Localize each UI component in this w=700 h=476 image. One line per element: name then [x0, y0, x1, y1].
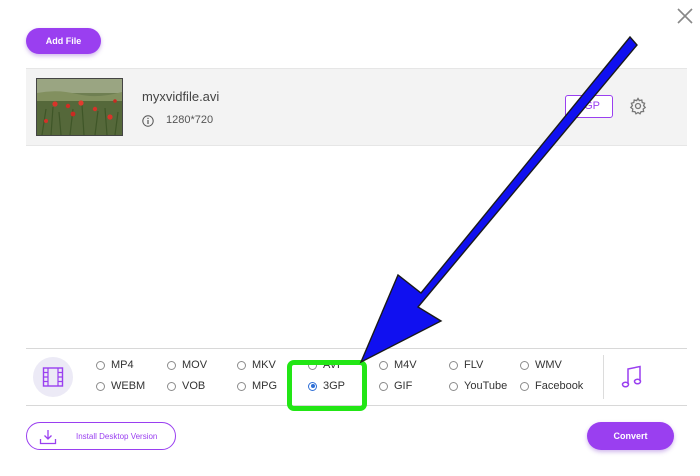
music-note-icon[interactable] — [620, 364, 644, 390]
format-option-gif[interactable]: GIF — [379, 379, 412, 393]
format-option-flv[interactable]: FLV — [449, 358, 483, 372]
format-option-youtube[interactable]: YouTube — [449, 379, 507, 393]
radio-button[interactable] — [520, 360, 529, 370]
format-label: GIF — [394, 380, 413, 392]
radio-button[interactable] — [449, 360, 458, 370]
radio-button[interactable] — [520, 381, 529, 391]
format-option-mp4[interactable]: MP4 — [96, 358, 134, 372]
format-option-avi[interactable]: AVI — [308, 358, 340, 372]
format-label: Facebook — [535, 380, 584, 392]
install-desktop-label: Install Desktop Version — [76, 432, 158, 441]
format-label: MP4 — [111, 359, 134, 371]
radio-button[interactable] — [237, 381, 246, 391]
format-option-facebook[interactable]: Facebook — [520, 379, 583, 393]
output-format-button[interactable]: 3GP — [565, 95, 613, 118]
file-resolution: 1280*720 — [166, 114, 214, 126]
format-label: M4V — [394, 359, 417, 371]
format-option-vob[interactable]: VOB — [167, 379, 205, 393]
format-label: WMV — [535, 359, 562, 371]
add-file-button[interactable]: Add File — [26, 28, 101, 54]
format-panel: MP4 MOV MKV AVI M4V FLV WMV WEBM VOB MPG… — [26, 348, 687, 406]
panel-divider — [603, 355, 604, 399]
file-list-item: myxvidfile.avi 1280*720 3GP — [26, 68, 687, 146]
film-icon — [42, 367, 64, 387]
download-icon — [39, 430, 57, 445]
close-icon[interactable] — [675, 6, 695, 26]
format-label: 3GP — [323, 380, 346, 392]
format-option-m4v[interactable]: M4V — [379, 358, 417, 372]
radio-button[interactable] — [96, 360, 105, 370]
format-option-mpg[interactable]: MPG — [237, 379, 277, 393]
format-label: MKV — [252, 359, 276, 371]
format-option-3gp[interactable]: 3GP — [308, 379, 345, 393]
format-label: YouTube — [464, 380, 508, 392]
radio-button[interactable] — [96, 381, 105, 391]
video-format-tab[interactable] — [33, 357, 73, 397]
radio-button[interactable] — [167, 381, 176, 391]
format-option-mkv[interactable]: MKV — [237, 358, 276, 372]
file-name: myxvidfile.avi — [142, 89, 220, 104]
radio-button[interactable] — [449, 381, 458, 391]
radio-button[interactable] — [167, 360, 176, 370]
radio-button[interactable] — [379, 360, 388, 370]
video-thumbnail — [36, 78, 123, 136]
gear-icon[interactable] — [629, 97, 647, 115]
format-label: MOV — [182, 359, 208, 371]
format-label: MPG — [252, 380, 278, 392]
radio-button-selected[interactable] — [308, 381, 317, 391]
format-label: WEBM — [111, 380, 146, 392]
format-option-wmv[interactable]: WMV — [520, 358, 562, 372]
radio-button[interactable] — [308, 360, 317, 370]
format-label: FLV — [464, 359, 484, 371]
format-option-mov[interactable]: MOV — [167, 358, 207, 372]
format-label: AVI — [323, 359, 340, 371]
radio-button[interactable] — [237, 360, 246, 370]
info-icon[interactable] — [142, 114, 154, 127]
install-desktop-button[interactable]: Install Desktop Version — [26, 422, 176, 450]
radio-button[interactable] — [379, 381, 388, 391]
convert-button[interactable]: Convert — [587, 422, 674, 450]
format-option-webm[interactable]: WEBM — [96, 379, 145, 393]
format-label: VOB — [182, 380, 206, 392]
